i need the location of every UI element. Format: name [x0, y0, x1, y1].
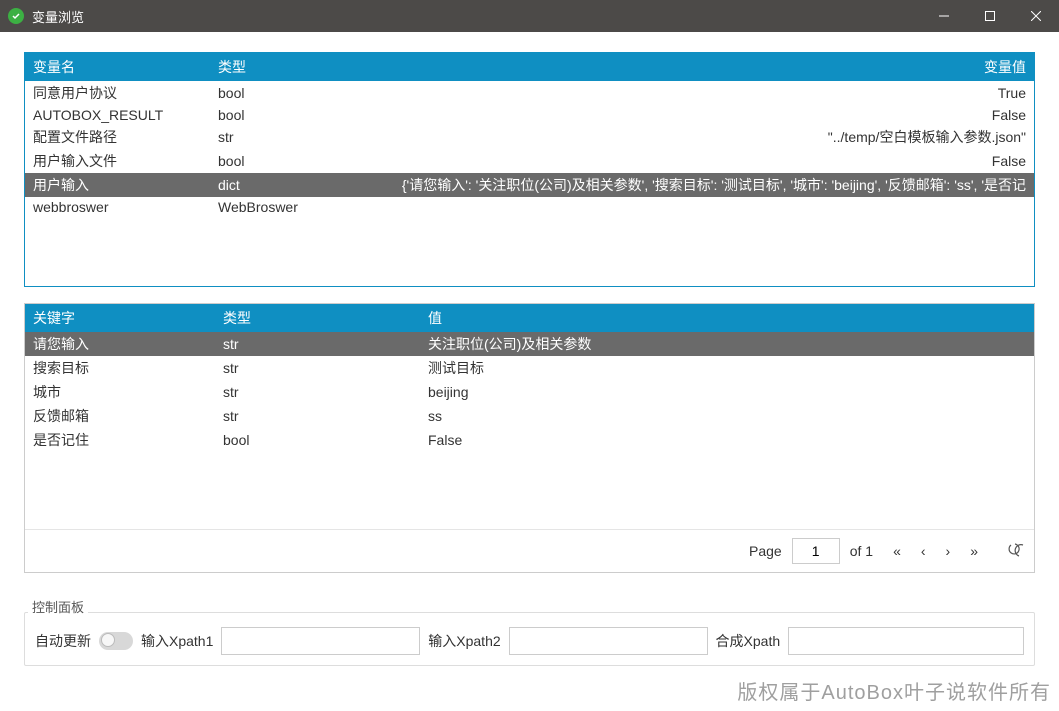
page-input[interactable] — [792, 538, 840, 564]
table-row[interactable]: 城市strbeijing — [25, 380, 1034, 404]
xpath-merge-label: 合成Xpath — [716, 631, 781, 651]
xpath1-label: 输入Xpath1 — [141, 631, 213, 651]
prev-page-button[interactable]: ‹ — [917, 541, 930, 561]
refresh-button[interactable] — [1006, 543, 1024, 560]
cell-key: 搜索目标 — [25, 356, 215, 380]
app-icon — [8, 8, 24, 24]
cell-value: ss — [420, 404, 625, 428]
cell-type: dict — [210, 173, 335, 197]
cell-value: 测试目标 — [420, 356, 625, 380]
table-row[interactable]: 用户输入文件boolFalse — [25, 149, 1034, 173]
control-panel: 控制面板 自动更新 输入Xpath1 输入Xpath2 合成Xpath — [24, 589, 1035, 666]
page-label: Page — [749, 543, 782, 559]
cell-value: {'请您输入': '关注职位(公司)及相关参数', '搜索目标': '测试目标'… — [335, 173, 1034, 197]
cell-value: True — [335, 81, 1034, 105]
xpath1-input[interactable] — [221, 627, 420, 655]
cell-key: 城市 — [25, 380, 215, 404]
cell-key: 请您输入 — [25, 332, 215, 356]
control-panel-label: 控制面板 — [28, 597, 88, 616]
col-name[interactable]: 变量名 — [25, 53, 210, 81]
cell-type: str — [215, 332, 420, 356]
col-value[interactable]: 值 — [420, 304, 625, 332]
maximize-button[interactable] — [967, 0, 1013, 32]
xpath2-input[interactable] — [509, 627, 708, 655]
variables-table-panel: 变量名 类型 变量值 同意用户协议boolTrueAUTOBOX_RESULTb… — [24, 52, 1035, 287]
minimize-button[interactable] — [921, 0, 967, 32]
xpath-merge-input[interactable] — [788, 627, 1024, 655]
cell-type: bool — [210, 149, 335, 173]
detail-panel: 关键字 类型 值 请您输入str关注职位(公司)及相关参数搜索目标str测试目标… — [24, 303, 1035, 573]
cell-type: str — [215, 404, 420, 428]
pager: Page of 1 « ‹ › » — [25, 529, 1034, 572]
page-of-label: of 1 — [850, 543, 873, 559]
col-type[interactable]: 类型 — [210, 53, 335, 81]
cell-name: 配置文件路径 — [25, 125, 210, 149]
table-row[interactable]: 用户输入dict{'请您输入': '关注职位(公司)及相关参数', '搜索目标'… — [25, 173, 1034, 197]
variables-table[interactable]: 变量名 类型 变量值 同意用户协议boolTrueAUTOBOX_RESULTb… — [25, 53, 1034, 217]
cell-name: AUTOBOX_RESULT — [25, 105, 210, 125]
table-row[interactable]: 是否记住boolFalse — [25, 428, 1034, 452]
cell-type: bool — [210, 81, 335, 105]
cell-value: False — [335, 149, 1034, 173]
cell-value — [335, 197, 1034, 217]
col-value[interactable]: 变量值 — [335, 53, 1034, 81]
cell-value: 关注职位(公司)及相关参数 — [420, 332, 625, 356]
col-type[interactable]: 类型 — [215, 304, 420, 332]
cell-type: str — [215, 356, 420, 380]
cell-value: beijing — [420, 380, 625, 404]
window-title: 变量浏览 — [32, 7, 921, 26]
watermark: 版权属于AutoBox叶子说软件所有 — [737, 676, 1051, 705]
table-row[interactable]: webbroswerWebBroswer — [25, 197, 1034, 217]
detail-table[interactable]: 关键字 类型 值 请您输入str关注职位(公司)及相关参数搜索目标str测试目标… — [25, 304, 1034, 452]
cell-type: str — [210, 125, 335, 149]
table-row[interactable]: 配置文件路径str"../temp/空白模板输入参数.json" — [25, 125, 1034, 149]
cell-value: False — [335, 105, 1034, 125]
auto-update-toggle[interactable] — [99, 632, 133, 650]
table-row[interactable]: 搜索目标str测试目标 — [25, 356, 1034, 380]
table-row[interactable]: 请您输入str关注职位(公司)及相关参数 — [25, 332, 1034, 356]
cell-type: WebBroswer — [210, 197, 335, 217]
cell-value: "../temp/空白模板输入参数.json" — [335, 125, 1034, 149]
first-page-button[interactable]: « — [889, 541, 905, 561]
table-row[interactable]: AUTOBOX_RESULTboolFalse — [25, 105, 1034, 125]
col-key[interactable]: 关键字 — [25, 304, 215, 332]
cell-name: 用户输入 — [25, 173, 210, 197]
cell-name: 用户输入文件 — [25, 149, 210, 173]
cell-value: False — [420, 428, 625, 452]
table-row[interactable]: 反馈邮箱strss — [25, 404, 1034, 428]
cell-key: 是否记住 — [25, 428, 215, 452]
last-page-button[interactable]: » — [966, 541, 982, 561]
xpath2-label: 输入Xpath2 — [428, 631, 500, 651]
next-page-button[interactable]: › — [942, 541, 955, 561]
cell-type: bool — [215, 428, 420, 452]
auto-update-label: 自动更新 — [35, 631, 91, 651]
cell-type: bool — [210, 105, 335, 125]
cell-name: 同意用户协议 — [25, 81, 210, 105]
cell-name: webbroswer — [25, 197, 210, 217]
table-row[interactable]: 同意用户协议boolTrue — [25, 81, 1034, 105]
cell-key: 反馈邮箱 — [25, 404, 215, 428]
cell-type: str — [215, 380, 420, 404]
close-button[interactable] — [1013, 0, 1059, 32]
titlebar: 变量浏览 — [0, 0, 1059, 32]
